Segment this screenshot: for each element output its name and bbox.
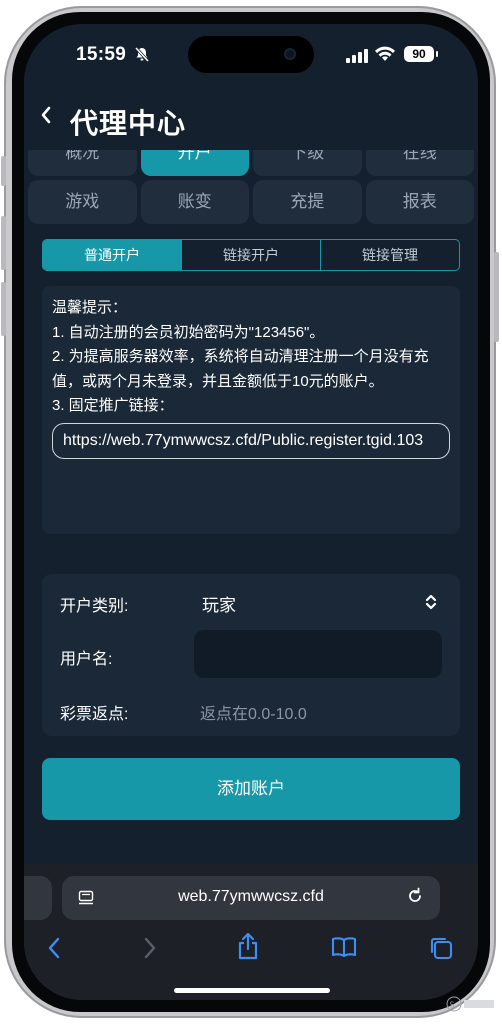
page-title: 代理中心 bbox=[70, 108, 187, 139]
chevron-up-down-icon[interactable] bbox=[424, 593, 438, 611]
home-indicator[interactable] bbox=[174, 988, 330, 993]
page-header: 代理中心 bbox=[24, 94, 478, 152]
username-input[interactable] bbox=[194, 630, 442, 678]
account-type-label: 开户类别: bbox=[60, 598, 129, 615]
back-icon[interactable] bbox=[46, 936, 62, 965]
tips-line-2: 2. 为提高服务器效率，系统将自动清理注册一个月没有充值，或两个月未登录，并且金… bbox=[52, 348, 429, 390]
screen: 15:59 90 代理中心 概况 开户 下级 在线 游戏 账变 充提 报表 普通… bbox=[24, 24, 478, 1000]
battery-icon: 90 bbox=[404, 46, 438, 62]
chevron-left-icon[interactable] bbox=[38, 104, 54, 133]
status-bar: 15:59 90 bbox=[24, 24, 478, 94]
address-bar[interactable]: web.77ymwwcsz.cfd bbox=[62, 876, 440, 920]
volume-up-button bbox=[1, 216, 6, 270]
nav-item-reports[interactable]: 报表 bbox=[365, 180, 474, 224]
account-form: 开户类别: 玩家 用户名: 彩票返点: 返点在0.0-10.0 bbox=[42, 574, 460, 736]
nav-row-2: 游戏 账变 充提 报表 bbox=[28, 180, 474, 224]
tab-link-management[interactable]: 链接管理 bbox=[321, 240, 459, 270]
tips-line-1: 1. 自动注册的会员初始密码为"123456"。 bbox=[52, 323, 325, 341]
bell-slash-icon bbox=[134, 46, 150, 65]
rebate-label: 彩票返点: bbox=[60, 706, 129, 723]
nav-item-deposit-withdraw[interactable]: 充提 bbox=[253, 180, 362, 224]
forward-icon[interactable] bbox=[142, 936, 158, 965]
tab-link-account[interactable]: 链接开户 bbox=[182, 240, 321, 270]
url-text: web.77ymwwcsz.cfd bbox=[178, 888, 324, 905]
status-time: 15:59 bbox=[76, 44, 127, 65]
cellular-signal-icon bbox=[346, 49, 368, 63]
watermark-logo: S bbox=[446, 994, 496, 1017]
rebate-input[interactable]: 返点在0.0-10.0 bbox=[200, 700, 307, 724]
power-button bbox=[494, 252, 499, 342]
tips-card: 温馨提示： 1. 自动注册的会员初始密码为"123456"。 2. 为提高服务器… bbox=[42, 286, 460, 534]
volume-down-button bbox=[1, 282, 6, 336]
previous-tab[interactable] bbox=[24, 876, 52, 920]
account-type-select[interactable]: 玩家 bbox=[202, 591, 236, 616]
tabs-icon[interactable] bbox=[428, 935, 454, 966]
tips-line-3: 3. 固定推广链接： bbox=[52, 397, 174, 414]
dynamic-island bbox=[188, 36, 314, 73]
share-icon[interactable] bbox=[236, 932, 260, 965]
wifi-icon bbox=[374, 46, 396, 64]
promo-link-box[interactable]: https://web.77ymwwcsz.cfd/Public.registe… bbox=[52, 422, 450, 459]
bookmarks-icon[interactable] bbox=[330, 935, 358, 964]
browser-toolbar: web.77ymwwcsz.cfd bbox=[24, 864, 478, 1000]
action-button bbox=[1, 156, 6, 186]
tab-normal-account[interactable]: 普通开户 bbox=[43, 240, 182, 270]
nav-item-account-changes[interactable]: 账变 bbox=[140, 180, 249, 224]
reload-icon[interactable] bbox=[406, 887, 424, 910]
account-mode-segmented: 普通开户 链接开户 链接管理 bbox=[42, 239, 460, 271]
add-account-button[interactable]: 添加账户 bbox=[42, 758, 460, 820]
nav-item-games[interactable]: 游戏 bbox=[28, 180, 137, 224]
username-label: 用户名: bbox=[60, 651, 113, 668]
tips-title: 温馨提示： bbox=[52, 299, 128, 316]
svg-text:S: S bbox=[450, 1001, 455, 1010]
camera-icon bbox=[284, 48, 296, 60]
